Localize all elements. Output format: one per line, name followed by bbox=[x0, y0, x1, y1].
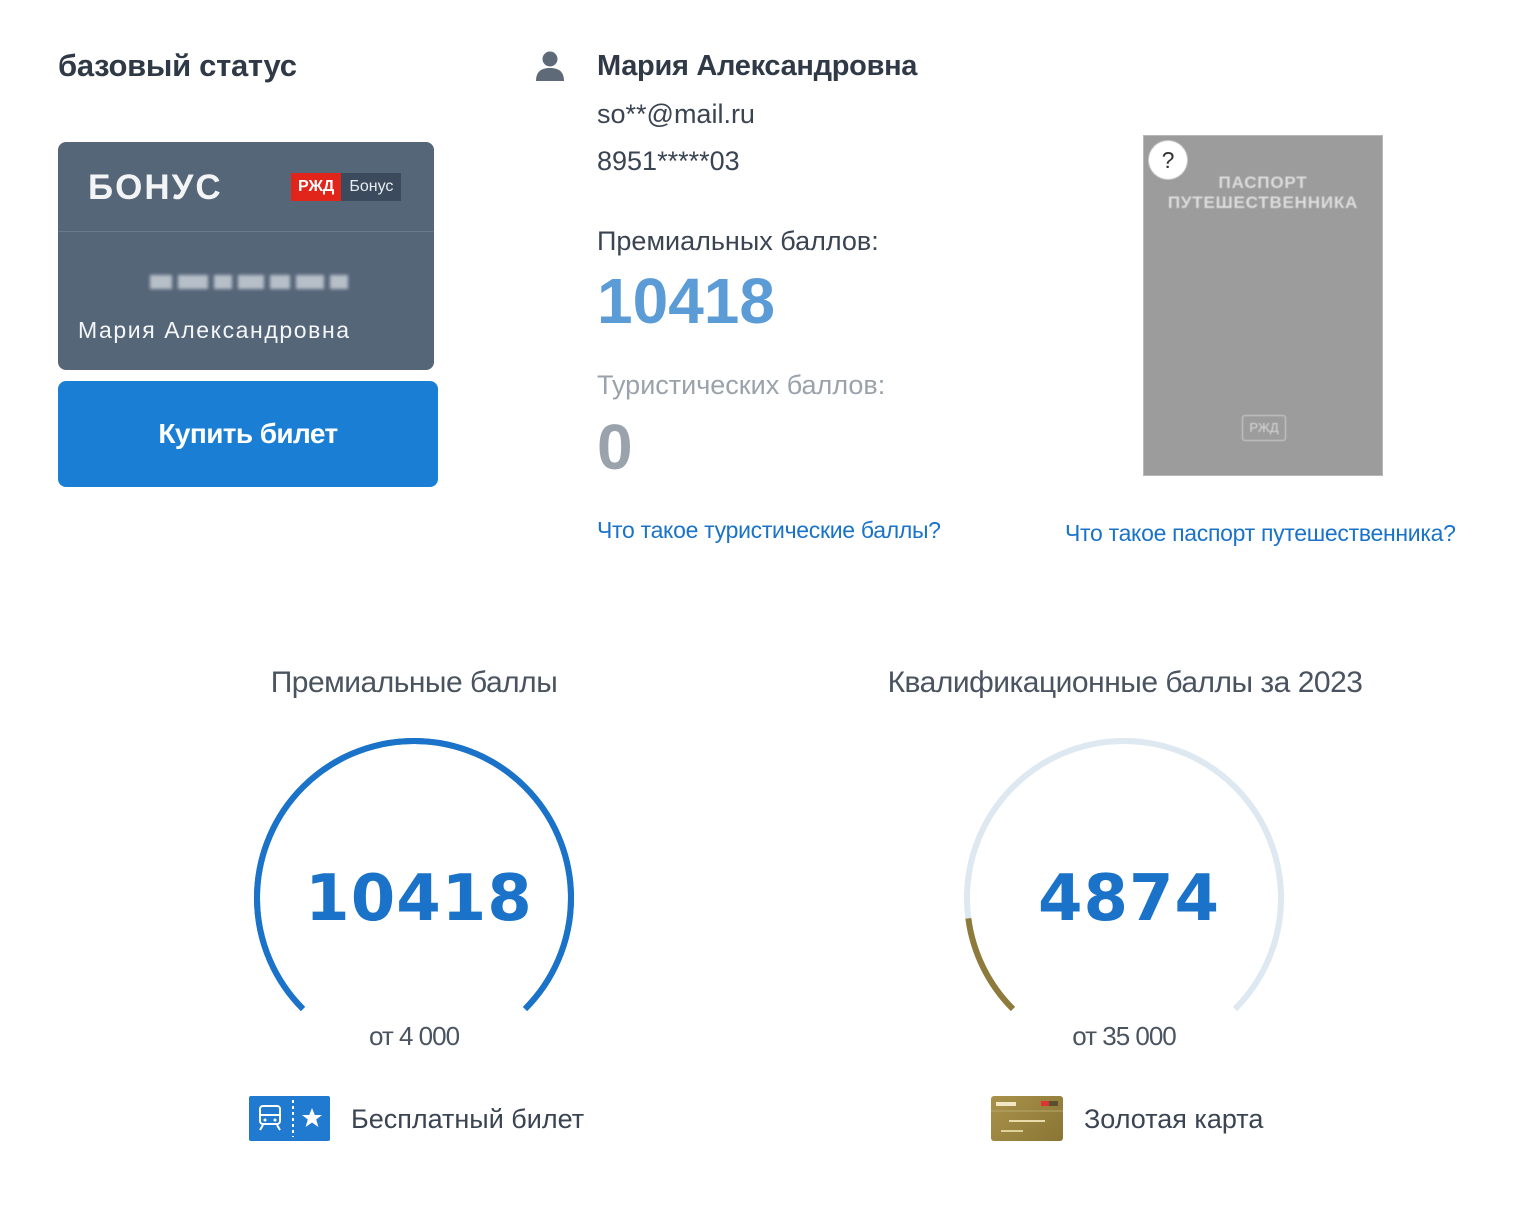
card-number-masked bbox=[150, 270, 350, 294]
traveler-passport-image[interactable]: ПАСПОРТ ПУТЕШЕСТВЕННИКА РЖД bbox=[1143, 135, 1383, 476]
premium-points-label: Премиальных баллов: bbox=[597, 226, 879, 256]
card-divider bbox=[58, 231, 434, 232]
bonus-logo-part: Бонус bbox=[341, 173, 402, 201]
free-ticket-icon bbox=[249, 1096, 330, 1141]
traveler-passport-info-link[interactable]: Что такое паспорт путешественника? bbox=[1065, 520, 1456, 547]
qualification-gauge-title: Квалификационные баллы за 2023 bbox=[887, 666, 1363, 699]
rzd-bonus-logo: РЖД Бонус bbox=[291, 173, 402, 201]
passport-rzd-logo: РЖД bbox=[1242, 415, 1286, 441]
help-icon[interactable]: ? bbox=[1149, 141, 1187, 179]
user-phone: 8951*****03 bbox=[597, 146, 740, 176]
card-holder-name: Мария Александровна bbox=[78, 317, 351, 343]
premium-gauge-threshold: от 4 000 bbox=[368, 1021, 460, 1051]
free-ticket-label: Бесплатный билет bbox=[351, 1104, 585, 1134]
qualification-gauge-value: 4874 bbox=[1037, 862, 1221, 936]
tourist-points-value: 0 bbox=[597, 411, 633, 483]
rzd-logo-part: РЖД bbox=[291, 173, 342, 201]
bonus-card: БОНУС РЖД Бонус Мария Александровна bbox=[58, 142, 434, 370]
passport-title: ПАСПОРТ ПУТЕШЕСТВЕННИКА bbox=[1167, 173, 1359, 212]
buy-ticket-button[interactable]: Купить билет bbox=[58, 381, 438, 487]
status-title: базовый статус bbox=[58, 48, 297, 83]
premium-gauge-title: Премиальные баллы bbox=[270, 666, 558, 699]
premium-gauge-value: 10418 bbox=[305, 862, 533, 936]
card-brand: БОНУС bbox=[88, 168, 223, 207]
user-email: so**@mail.ru bbox=[597, 99, 755, 129]
user-name: Мария Александровна bbox=[597, 50, 918, 82]
gold-card-icon bbox=[991, 1096, 1063, 1141]
premium-points-value: 10418 bbox=[597, 265, 775, 337]
tourist-points-info-link[interactable]: Что такое туристические баллы? bbox=[597, 517, 941, 544]
user-icon bbox=[536, 51, 564, 81]
gold-card-label: Золотая карта bbox=[1084, 1104, 1264, 1134]
qualification-gauge-threshold: от 35 000 bbox=[1072, 1021, 1177, 1051]
tourist-points-label: Туристических баллов: bbox=[597, 370, 886, 400]
